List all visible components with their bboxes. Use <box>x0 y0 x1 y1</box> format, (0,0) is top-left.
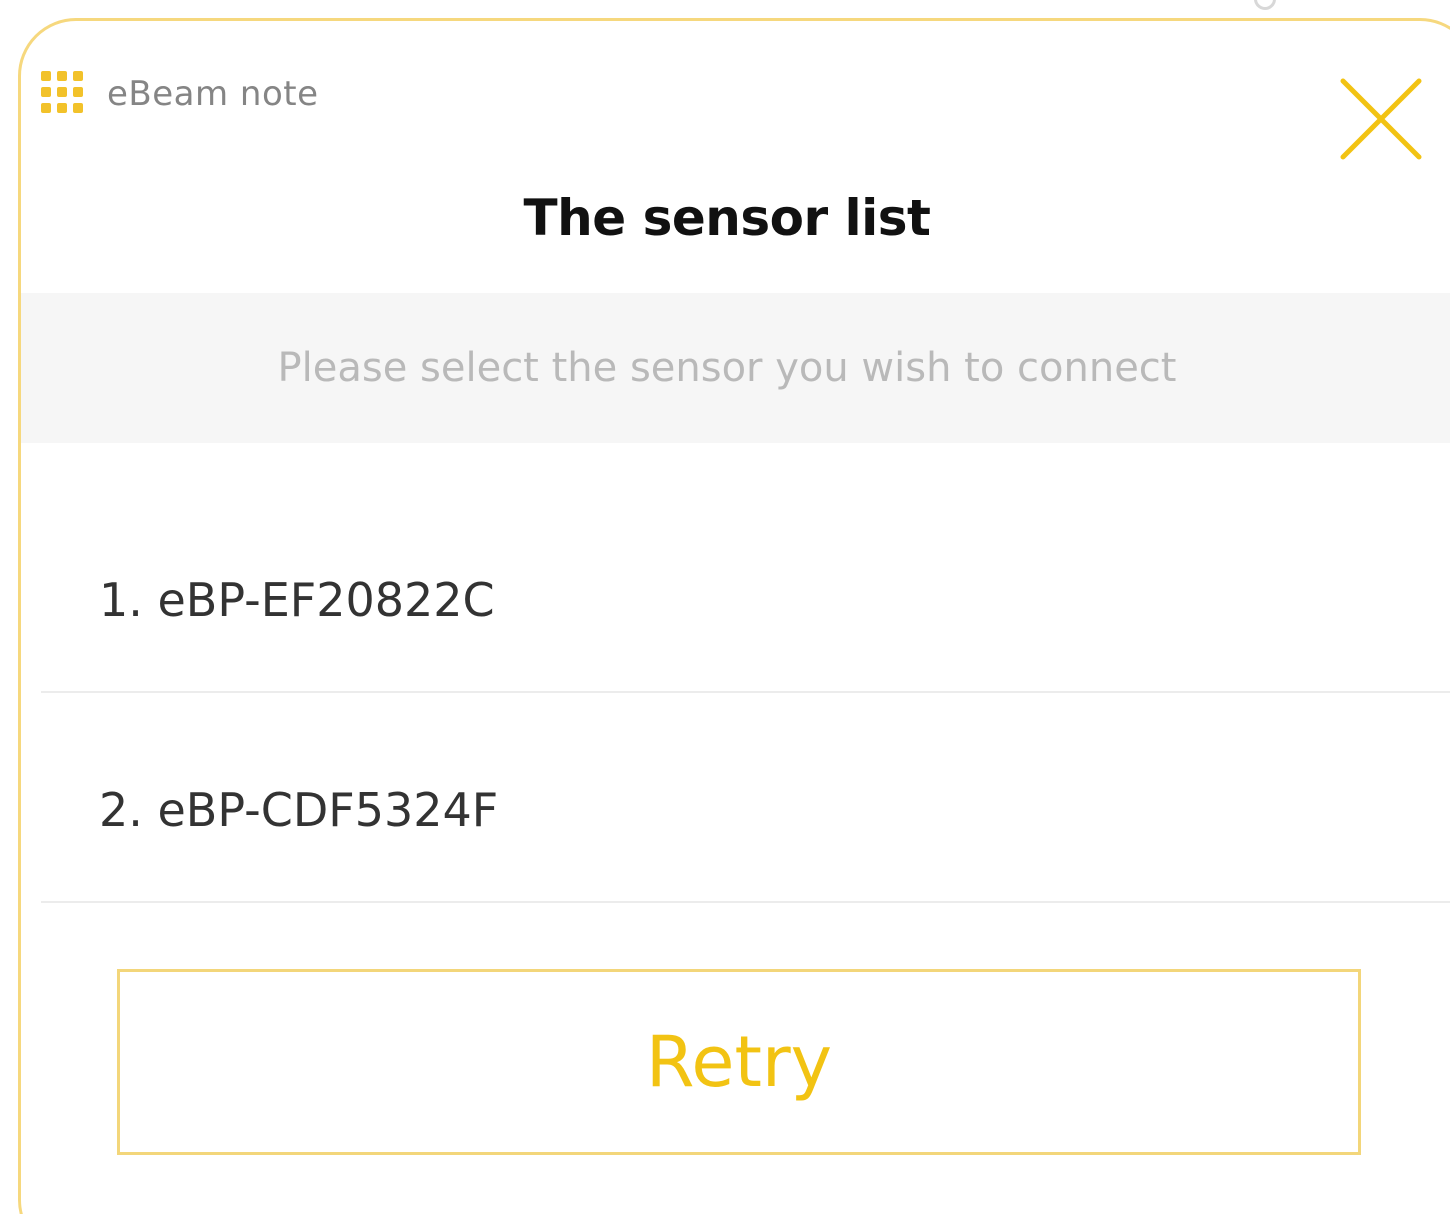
sensor-list-dialog: eBeam note The sensor list Please select… <box>18 18 1450 1214</box>
retry-button[interactable]: Retry <box>117 969 1361 1155</box>
list-item[interactable]: 2. eBP-CDF5324F <box>21 693 1450 903</box>
instruction-text: Please select the sensor you wish to con… <box>277 345 1177 391</box>
dialog-title: The sensor list <box>523 189 931 247</box>
grid-dots-icon <box>41 71 87 117</box>
sensor-label: 1. eBP-EF20822C <box>99 573 495 627</box>
sensor-list: 1. eBP-EF20822C 2. eBP-CDF5324F <box>21 483 1450 903</box>
sensor-label: 2. eBP-CDF5324F <box>99 783 499 837</box>
app-header: eBeam note <box>41 69 319 119</box>
screen: eBeam note The sensor list Please select… <box>0 0 1450 1214</box>
close-button[interactable] <box>1333 71 1429 167</box>
instruction-bar: Please select the sensor you wish to con… <box>21 293 1450 443</box>
divider <box>41 901 1450 903</box>
close-icon <box>1340 78 1422 160</box>
app-name: eBeam note <box>107 74 319 114</box>
background-indicator <box>1254 0 1276 10</box>
list-item[interactable]: 1. eBP-EF20822C <box>21 483 1450 693</box>
